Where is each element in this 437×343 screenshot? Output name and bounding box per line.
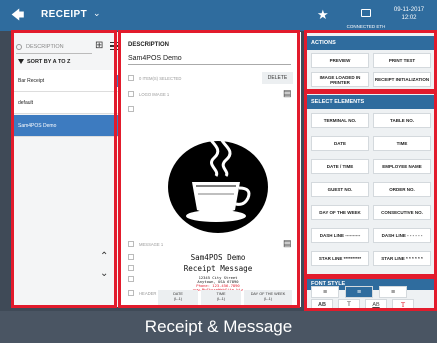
highlight-frame-actions (304, 30, 437, 92)
date-text: 09-11-2017 (393, 7, 425, 13)
highlight-frame-middle (118, 30, 300, 308)
date-time: 09-11-2017 12:02 (386, 6, 432, 22)
connection-status: CONNECTED ETH (346, 4, 386, 29)
page-title: RECEIPT (41, 9, 88, 20)
highlight-frame-elements (304, 91, 437, 277)
chevron-down-icon[interactable]: ⌄ (93, 8, 101, 19)
monitor-icon (361, 9, 371, 17)
caption-banner: Receipt & Message (0, 311, 437, 343)
highlight-frame-font (304, 276, 437, 311)
connection-label: CONNECTED ETH (346, 24, 386, 29)
top-bar: 🡄 RECEIPT ⌄ ★ CONNECTED ETH 09-11-2017 1… (0, 0, 437, 31)
highlight-frame-left (11, 30, 117, 308)
star-icon[interactable]: ★ (317, 7, 329, 23)
arrow-left-icon[interactable]: 🡄 (11, 8, 24, 21)
time-text: 12:02 (401, 15, 417, 21)
